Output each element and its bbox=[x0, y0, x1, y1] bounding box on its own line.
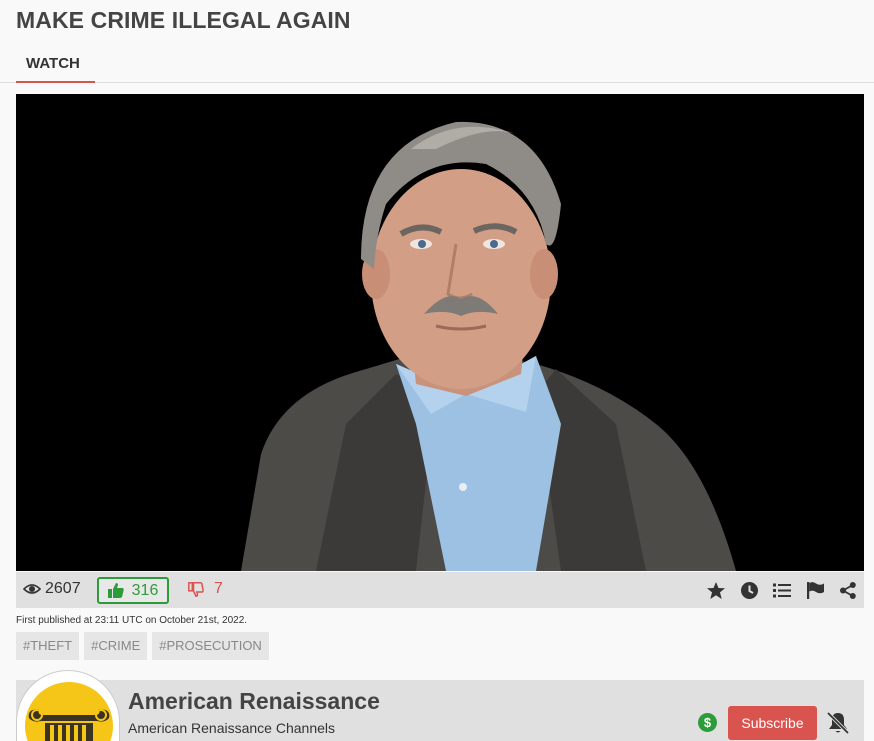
flag-icon[interactable] bbox=[805, 580, 825, 600]
view-count-value: 2607 bbox=[45, 580, 81, 597]
video-action-bar: 2607 316 7 bbox=[16, 572, 864, 608]
like-button[interactable]: 316 bbox=[97, 577, 169, 604]
eye-icon bbox=[23, 584, 41, 594]
tab-bar: WATCH bbox=[0, 48, 874, 83]
thumbs-up-icon bbox=[107, 583, 124, 598]
channel-subtitle: American Renaissance Channels bbox=[128, 720, 335, 736]
list-icon[interactable] bbox=[772, 580, 792, 600]
tag-prosecution[interactable]: #PROSECUTION bbox=[152, 632, 269, 660]
tag-crime[interactable]: #CRIME bbox=[84, 632, 148, 660]
tag-theft[interactable]: #THEFT bbox=[16, 632, 80, 660]
subscribe-button[interactable]: Subscribe bbox=[728, 706, 817, 740]
channel-name[interactable]: American Renaissance bbox=[128, 688, 380, 715]
page-title: MAKE CRIME ILLEGAL AGAIN bbox=[16, 7, 351, 33]
video-player[interactable] bbox=[16, 94, 864, 571]
video-frame bbox=[16, 94, 864, 571]
tab-watch[interactable]: WATCH bbox=[16, 48, 95, 83]
share-icon[interactable] bbox=[838, 580, 858, 600]
like-count: 316 bbox=[131, 581, 159, 599]
dislike-button[interactable]: 7 bbox=[188, 580, 223, 598]
donate-icon[interactable]: $ bbox=[698, 713, 717, 732]
tab-watch-label: WATCH bbox=[26, 55, 80, 72]
publish-date: First published at 23:11 UTC on October … bbox=[16, 615, 248, 626]
star-icon[interactable] bbox=[706, 580, 726, 600]
bell-off-icon[interactable] bbox=[826, 711, 850, 735]
view-count: 2607 bbox=[23, 580, 81, 598]
tag-list: #THEFT #CRIME #PROSECUTION bbox=[16, 632, 269, 660]
thumbs-down-icon bbox=[188, 581, 204, 597]
clock-icon[interactable] bbox=[739, 580, 759, 600]
dislike-count: 7 bbox=[214, 580, 223, 597]
